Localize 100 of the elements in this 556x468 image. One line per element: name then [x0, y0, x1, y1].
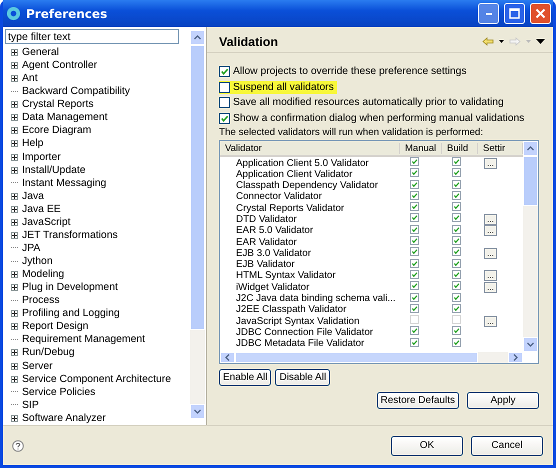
- expand-icon[interactable]: [11, 362, 18, 370]
- tree-item[interactable]: Backward Compatibility: [22, 86, 130, 98]
- expand-icon[interactable]: [11, 284, 18, 292]
- tree-item[interactable]: Profiling and Logging: [22, 308, 120, 320]
- checkbox[interactable]: [452, 258, 461, 268]
- minimize-button[interactable]: [478, 3, 499, 24]
- checkbox[interactable]: [452, 236, 461, 246]
- settings-button[interactable]: ...: [484, 248, 497, 259]
- close-button[interactable]: [530, 3, 551, 24]
- checkbox[interactable]: [410, 281, 419, 290]
- checkbox[interactable]: [410, 247, 419, 256]
- tree-item[interactable]: Software Analyzer: [22, 412, 106, 424]
- settings-button[interactable]: ...: [484, 270, 497, 282]
- checkbox[interactable]: [410, 270, 419, 279]
- scroll-left-icon[interactable]: [225, 354, 230, 361]
- expand-icon[interactable]: [11, 140, 18, 148]
- settings-button[interactable]: ...: [484, 158, 497, 168]
- filter-field[interactable]: type filter text: [5, 29, 179, 44]
- dropdown-icon[interactable]: [499, 40, 504, 43]
- checkbox[interactable]: [410, 213, 419, 222]
- checkbox[interactable]: [219, 112, 230, 124]
- column-header[interactable]: Validator: [220, 142, 400, 154]
- column-header[interactable]: Manual: [400, 142, 442, 154]
- help-icon[interactable]: [12, 440, 24, 452]
- settings-button[interactable]: ...: [484, 214, 497, 225]
- tree-item[interactable]: Java: [22, 190, 44, 202]
- checkbox[interactable]: [452, 168, 461, 178]
- tree-item[interactable]: Help: [22, 138, 44, 150]
- expand-icon[interactable]: [11, 218, 18, 226]
- expand-icon[interactable]: [11, 127, 18, 134]
- tree-item[interactable]: Requirement Management: [22, 334, 146, 346]
- page-button[interactable]: Apply: [467, 392, 539, 409]
- scroll-down-icon[interactable]: [527, 342, 534, 347]
- expand-icon[interactable]: [11, 114, 18, 122]
- expand-icon[interactable]: [11, 323, 18, 330]
- scrollbar[interactable]: [190, 30, 205, 419]
- back-arrow-icon[interactable]: [482, 37, 494, 46]
- tree-item[interactable]: Report Design: [22, 321, 88, 332]
- page-button[interactable]: Restore Defaults: [376, 392, 459, 409]
- checkbox[interactable]: [452, 190, 461, 200]
- checkbox[interactable]: [410, 292, 419, 302]
- tree-item[interactable]: SIP: [22, 400, 39, 411]
- checkbox[interactable]: [219, 82, 230, 93]
- scroll-down-icon[interactable]: [194, 409, 201, 414]
- column-header[interactable]: Build: [442, 142, 478, 154]
- scroll-thumb[interactable]: [523, 156, 538, 206]
- expand-icon[interactable]: [11, 349, 18, 356]
- settings-button[interactable]: ...: [484, 225, 497, 236]
- checkbox[interactable]: [452, 281, 461, 290]
- tree-item[interactable]: Run/Debug: [22, 347, 75, 358]
- expand-icon[interactable]: [11, 154, 18, 161]
- scrollbar[interactable]: [523, 141, 538, 352]
- checkbox[interactable]: [219, 66, 230, 78]
- checkbox[interactable]: [219, 97, 230, 108]
- tree-item[interactable]: Importer: [22, 152, 61, 163]
- scroll-thumb[interactable]: [190, 45, 205, 330]
- checkbox[interactable]: [452, 304, 461, 313]
- checkbox[interactable]: [410, 258, 419, 268]
- tree-item[interactable]: Ant: [22, 73, 38, 84]
- checkbox[interactable]: [452, 180, 461, 189]
- expand-icon[interactable]: [11, 232, 18, 239]
- tree-item[interactable]: Agent Controller: [22, 60, 98, 72]
- settings-button[interactable]: ...: [484, 282, 497, 293]
- expand-icon[interactable]: [11, 62, 18, 70]
- horizontal-scrollbar[interactable]: [220, 352, 523, 363]
- checkbox[interactable]: [452, 213, 461, 222]
- tree-item[interactable]: Java EE: [22, 204, 61, 215]
- expand-icon[interactable]: [11, 75, 18, 82]
- expand-icon[interactable]: [11, 192, 18, 200]
- menu-icon[interactable]: [536, 39, 545, 44]
- expand-icon[interactable]: [11, 166, 18, 174]
- tree-item[interactable]: JET Transformations: [22, 230, 118, 241]
- expand-icon[interactable]: [11, 101, 18, 108]
- tree-item[interactable]: Plug in Development: [22, 282, 118, 294]
- tree-item[interactable]: JavaScript: [22, 216, 71, 228]
- checkbox[interactable]: [410, 304, 419, 313]
- checkbox[interactable]: [452, 157, 461, 166]
- scroll-up-icon[interactable]: [194, 35, 201, 40]
- expand-icon[interactable]: [11, 414, 18, 422]
- tree-item[interactable]: Process: [22, 295, 60, 306]
- scroll-up-icon[interactable]: [527, 146, 534, 151]
- tree-item[interactable]: JPA: [22, 242, 40, 254]
- tree-item[interactable]: Server: [22, 360, 53, 372]
- tree-item[interactable]: Ecore Diagram: [22, 125, 92, 136]
- tree-item[interactable]: Service Component Architecture: [22, 374, 172, 385]
- scroll-right-icon[interactable]: [513, 354, 518, 361]
- checkbox[interactable]: [410, 236, 419, 246]
- table-button[interactable]: Disable All: [275, 369, 330, 386]
- checkbox[interactable]: [410, 190, 419, 200]
- tree-item[interactable]: Instant Messaging: [22, 178, 106, 189]
- maximize-button[interactable]: [504, 3, 525, 24]
- dialog-button[interactable]: Cancel: [471, 436, 543, 456]
- expand-icon[interactable]: [11, 49, 18, 56]
- checkbox[interactable]: [410, 202, 419, 212]
- checkbox[interactable]: [452, 224, 461, 234]
- tree-item[interactable]: General: [22, 47, 59, 58]
- expand-icon[interactable]: [11, 206, 18, 213]
- checkbox[interactable]: [410, 326, 419, 336]
- checkbox[interactable]: [410, 338, 419, 347]
- dialog-button[interactable]: OK: [391, 436, 463, 456]
